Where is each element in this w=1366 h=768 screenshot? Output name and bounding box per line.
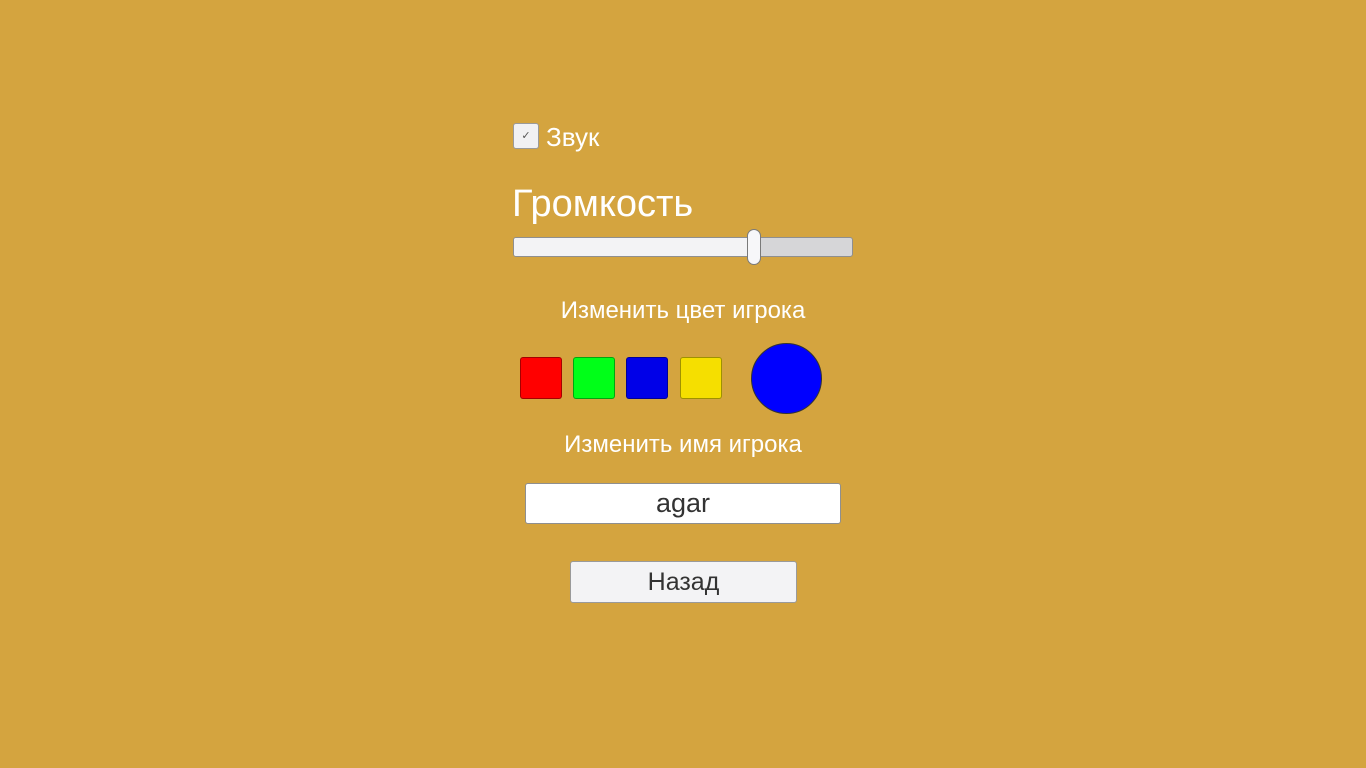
sound-label: Звук [546,122,600,152]
change-name-title: Изменить имя игрока [564,431,802,458]
volume-slider-handle[interactable] [746,229,761,265]
change-color-title: Изменить цвет игрока [560,297,806,324]
volume-slider-fill [514,238,754,256]
color-swatch-green[interactable] [573,357,615,399]
volume-title: Громкость [512,183,694,225]
checkmark-icon: ✓ [521,129,531,142]
back-button[interactable]: Назад [570,561,797,603]
color-swatch-blue[interactable] [626,357,668,399]
color-swatch-red[interactable] [520,357,562,399]
color-swatch-yellow[interactable] [680,357,722,399]
settings-screen: { "sound": { "label": "Звук", "checked":… [0,0,1366,768]
sound-checkbox[interactable]: ✓ [513,123,539,149]
player-name-input[interactable] [525,483,841,524]
volume-slider[interactable] [513,229,853,265]
player-color-preview [751,343,822,414]
